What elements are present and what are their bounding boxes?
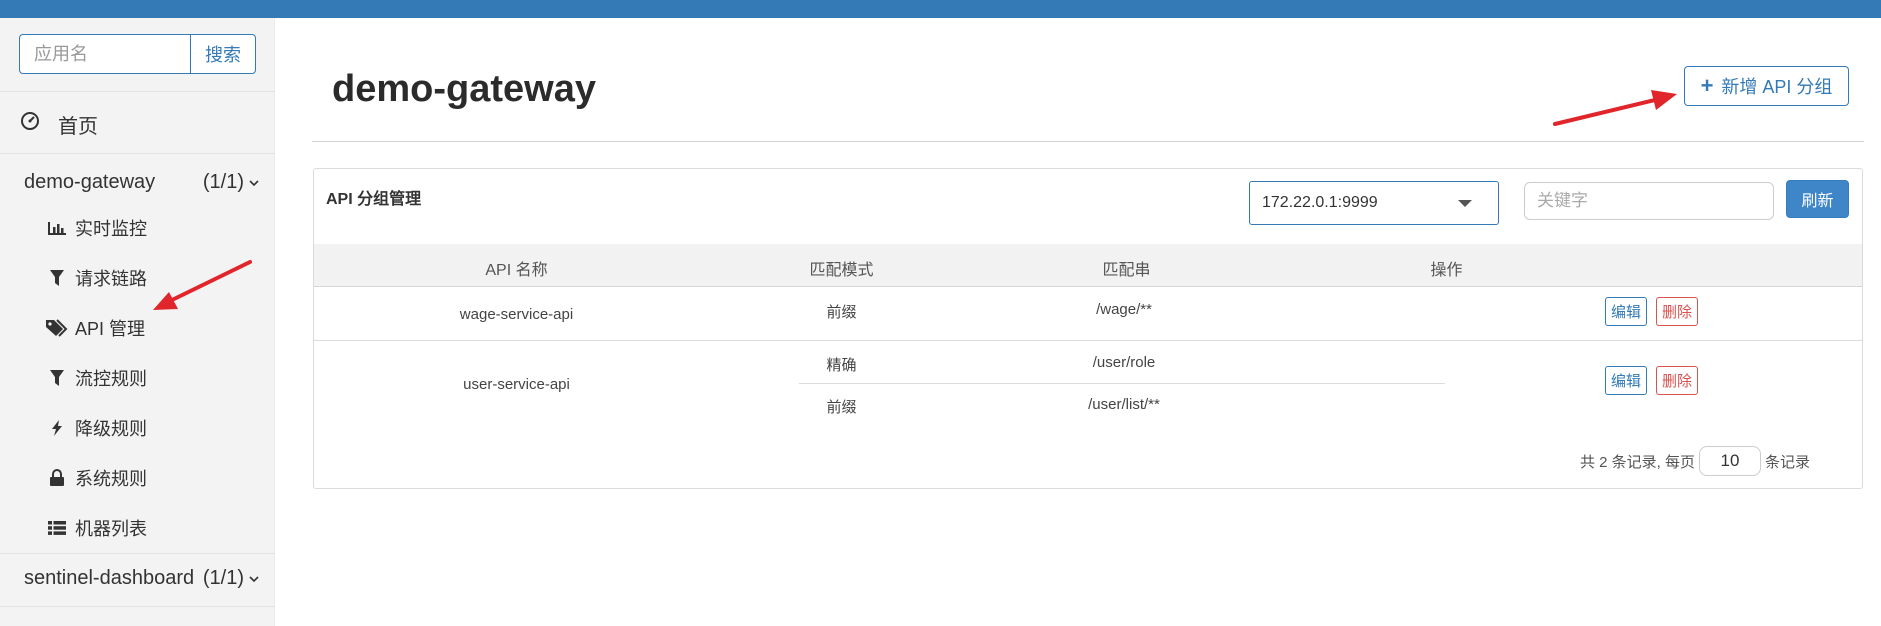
group-name: demo-gateway — [24, 170, 156, 193]
list-icon — [45, 520, 69, 536]
sidebar-divider — [0, 153, 275, 154]
column-header-match-mode: 匹配模式 — [809, 262, 874, 279]
page-title: demo-gateway — [332, 68, 596, 110]
keyword-input[interactable] — [1524, 182, 1774, 220]
tags-icon — [45, 319, 69, 337]
row-divider — [314, 340, 1862, 341]
sidebar-item-label: 首页 — [58, 115, 98, 138]
sidebar-divider — [0, 91, 275, 92]
plus-icon: + — [1700, 73, 1714, 98]
chevron-down-icon — [248, 567, 260, 590]
column-header-actions: 操作 — [1430, 262, 1463, 279]
sidebar-divider — [0, 553, 275, 554]
sidebar-item-flow-rules[interactable]: 流控规则 — [45, 363, 147, 393]
app-search-button[interactable]: 搜索 — [190, 34, 256, 74]
column-header-match-pattern: 匹配串 — [1102, 262, 1151, 279]
api-group-card: API 分组管理 172.22.0.1:9999 刷新 API 名称 匹配模式 … — [313, 168, 1863, 489]
lock-icon — [45, 469, 69, 487]
sidebar-group-demo-gateway[interactable]: demo-gateway (1/1) — [24, 164, 260, 200]
sidebar-item-label: 实时监控 — [75, 219, 147, 239]
table-header: API 名称 匹配模式 匹配串 操作 — [314, 244, 1862, 287]
table-cell-match-pattern: /user/role — [1092, 354, 1156, 371]
machine-select[interactable]: 172.22.0.1:9999 — [1249, 181, 1499, 225]
sidebar-item-label: API 管理 — [75, 319, 146, 339]
sidebar-item-system-rules[interactable]: 系统规则 — [45, 463, 147, 493]
sidebar-item-realtime-monitor[interactable]: 实时监控 — [45, 213, 147, 243]
dashboard-icon — [20, 111, 40, 137]
group-name: sentinel-dashboard — [24, 566, 195, 589]
sidebar-item-label: 降级规则 — [75, 419, 147, 439]
sidebar-item-request-chain[interactable]: 请求链路 — [45, 263, 147, 293]
pager-suffix-label: 条记录 — [1765, 453, 1811, 471]
sidebar-item-label: 机器列表 — [75, 519, 147, 539]
group-count: (1/1) — [202, 170, 244, 193]
sidebar-divider — [0, 606, 275, 607]
table-cell-match-mode: 前缀 — [826, 304, 857, 321]
delete-button[interactable]: 删除 — [1656, 297, 1699, 326]
sidebar-item-label: 流控规则 — [75, 369, 147, 389]
table-cell-match-mode: 前缀 — [826, 399, 857, 416]
sidebar-item-label: 请求链路 — [75, 269, 147, 289]
sidebar-item-label: 系统规则 — [75, 469, 147, 489]
caret-down-icon — [1458, 200, 1472, 207]
filter-icon — [45, 369, 69, 387]
page-size-input[interactable] — [1699, 446, 1762, 476]
pager-total-label: 共 2 条记录, 每页 — [1580, 453, 1696, 471]
column-header-api-name: API 名称 — [485, 262, 548, 279]
group-count: (1/1) — [202, 566, 244, 589]
filter-icon — [45, 269, 69, 287]
chevron-down-icon — [248, 171, 260, 194]
flash-icon — [45, 419, 69, 437]
table-cell-api-name: user-service-api — [463, 376, 570, 393]
pagination: 共 2 条记录, 每页 条记录 — [1580, 446, 1810, 476]
sidebar: 搜索 首页 demo-gateway (1/1) 实时监控 请求链路 API 管… — [0, 18, 275, 626]
machine-select-value: 172.22.0.1:9999 — [1262, 194, 1378, 211]
table-cell-match-mode: 精确 — [826, 357, 857, 374]
sidebar-item-api-management[interactable]: API 管理 — [45, 313, 145, 343]
top-navbar — [0, 0, 1881, 18]
bar-chart-icon — [45, 220, 69, 236]
delete-button[interactable]: 删除 — [1656, 366, 1699, 395]
table-cell-api-name: wage-service-api — [459, 306, 574, 323]
edit-button[interactable]: 编辑 — [1605, 366, 1648, 395]
add-api-group-label: 新增 API 分组 — [1721, 77, 1833, 97]
sidebar-item-degrade-rules[interactable]: 降级规则 — [45, 413, 147, 443]
table-cell-match-pattern: /user/list/** — [1088, 396, 1160, 413]
sidebar-item-home[interactable]: 首页 — [20, 106, 98, 142]
edit-button[interactable]: 编辑 — [1605, 297, 1648, 326]
sidebar-item-machine-list[interactable]: 机器列表 — [45, 513, 147, 543]
title-divider — [312, 141, 1864, 142]
sidebar-group-sentinel-dashboard[interactable]: sentinel-dashboard (1/1) — [24, 560, 260, 596]
app-search: 搜索 — [19, 34, 256, 74]
app-search-input[interactable] — [19, 34, 190, 74]
rule-divider — [799, 383, 1445, 384]
refresh-button[interactable]: 刷新 — [1786, 180, 1849, 218]
card-title: API 分组管理 — [326, 191, 422, 208]
table-cell-match-pattern: /wage/** — [1096, 301, 1152, 318]
add-api-group-button[interactable]: + 新增 API 分组 — [1684, 66, 1849, 106]
